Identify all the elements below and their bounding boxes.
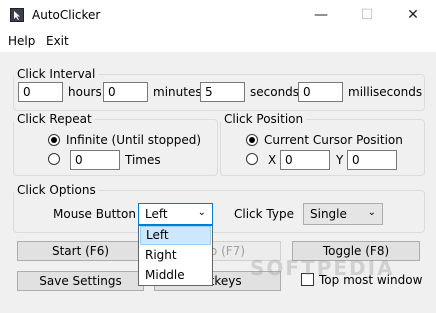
minutes-label: minutes — [153, 85, 202, 99]
dropdown-option-right[interactable]: Right — [140, 246, 211, 265]
times-input[interactable]: 0 — [70, 150, 120, 170]
click-interval-legend: Click Interval — [17, 67, 96, 81]
times-radio[interactable] — [48, 153, 60, 165]
click-repeat-legend: Click Repeat — [17, 112, 92, 126]
click-type-label: Click Type — [234, 207, 294, 221]
window-title: AutoClicker — [32, 8, 101, 22]
maximize-button[interactable]: ☐ — [344, 0, 390, 30]
custom-position-radio[interactable] — [246, 153, 258, 165]
x-label: X — [268, 153, 277, 167]
click-type-value: Single — [310, 207, 347, 221]
y-input[interactable]: 0 — [347, 150, 397, 170]
dropdown-option-left[interactable]: Left — [140, 226, 211, 245]
save-settings-button[interactable]: Save Settings — [17, 271, 144, 291]
seconds-label: seconds — [250, 85, 300, 99]
times-label: Times — [125, 153, 161, 167]
click-type-select[interactable]: Single ⌄ — [303, 203, 383, 225]
chevron-down-icon: ⌄ — [197, 207, 206, 218]
start-button[interactable]: Start (F6) — [17, 241, 144, 261]
close-button[interactable]: ✕ — [390, 0, 436, 30]
chevron-down-icon: ⌄ — [367, 207, 376, 218]
dropdown-option-middle[interactable]: Middle — [140, 266, 211, 285]
milliseconds-label: milliseconds — [348, 85, 423, 99]
click-options-legend: Click Options — [17, 183, 96, 197]
infinite-radio[interactable] — [48, 134, 60, 146]
mouse-button-select[interactable]: Left ⌄ — [138, 203, 213, 225]
milliseconds-input[interactable]: 0 — [298, 82, 343, 102]
infinite-label: Infinite (Until stopped) — [66, 133, 202, 147]
current-position-label: Current Cursor Position — [264, 133, 403, 147]
current-position-radio[interactable] — [246, 134, 258, 146]
minutes-input[interactable]: 0 — [103, 82, 148, 102]
app-icon — [10, 8, 24, 22]
mouse-button-dropdown: Left Right Middle — [138, 225, 213, 286]
menu-help[interactable]: Help — [8, 34, 35, 48]
y-label: Y — [336, 153, 344, 167]
mouse-button-value: Left — [145, 207, 168, 221]
menu-exit[interactable]: Exit — [46, 34, 69, 48]
click-position-legend: Click Position — [224, 112, 304, 126]
mouse-button-label: Mouse Button — [53, 207, 136, 221]
hours-label: hours — [68, 85, 102, 99]
hours-input[interactable]: 0 — [18, 82, 63, 102]
x-input[interactable]: 0 — [280, 150, 330, 170]
watermark: SOFTPEDIA — [250, 256, 395, 280]
minimize-button[interactable]: — — [298, 0, 344, 30]
seconds-input[interactable]: 5 — [200, 82, 245, 102]
